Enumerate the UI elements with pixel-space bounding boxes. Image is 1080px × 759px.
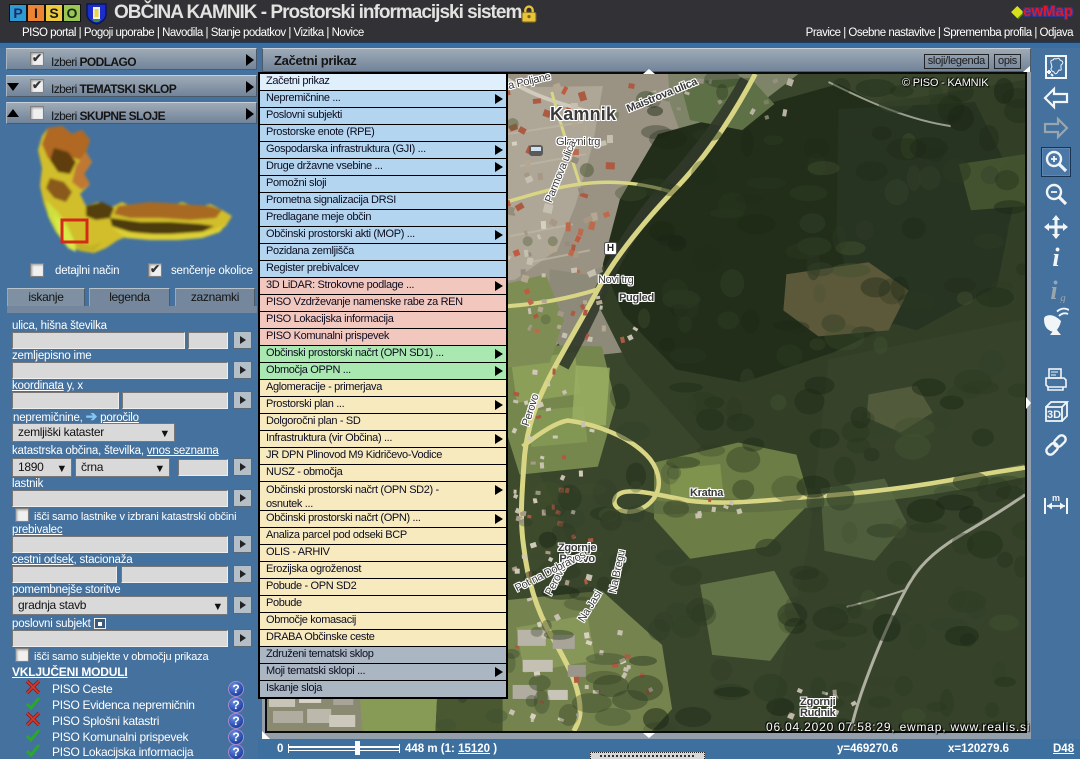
svg-text:3D: 3D <box>1047 409 1061 421</box>
svg-text:g: g <box>1060 292 1066 303</box>
svg-text:i: i <box>1052 244 1060 270</box>
svg-text:i: i <box>1050 277 1058 303</box>
svg-text:m: m <box>1052 493 1060 503</box>
